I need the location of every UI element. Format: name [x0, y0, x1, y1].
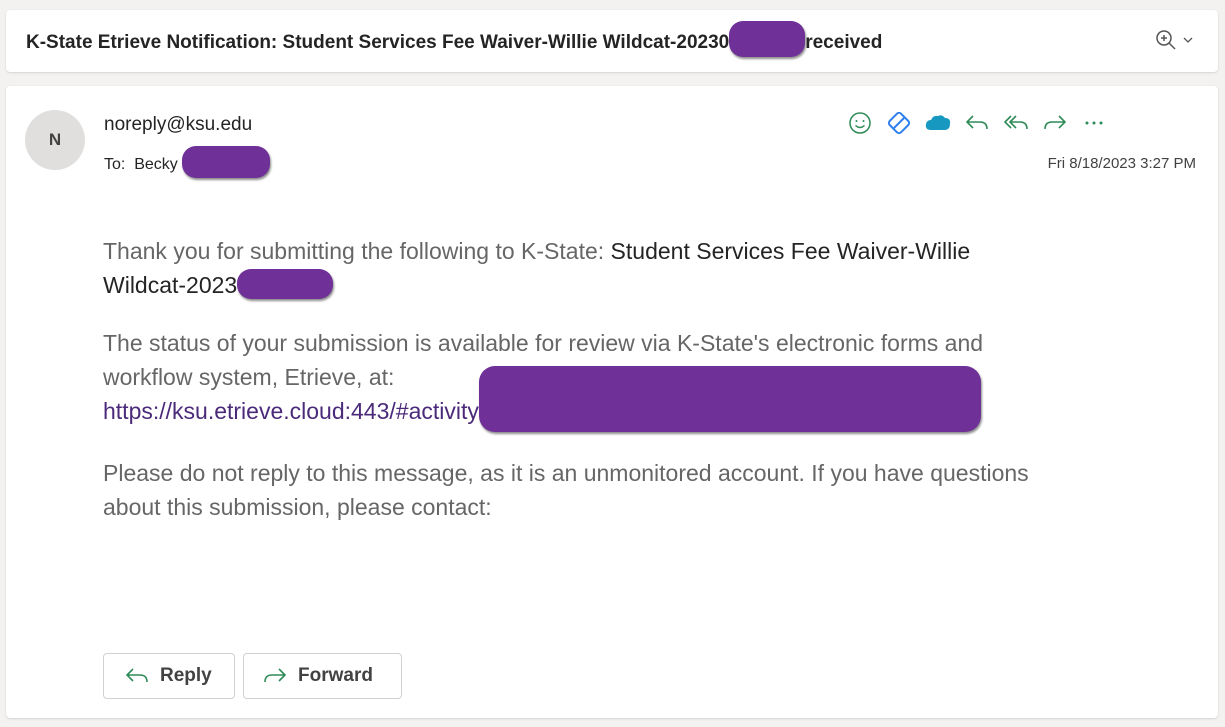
recipient-line: To: Becky — [104, 146, 270, 178]
body-paragraph-1: Thank you for submitting the following t… — [103, 234, 1183, 302]
recipient-name[interactable]: Becky — [134, 156, 178, 174]
avatar-initial: N — [48, 130, 62, 149]
zoom-button[interactable] — [1154, 28, 1194, 52]
reply-icon — [965, 115, 988, 130]
salesforce-button[interactable] — [922, 108, 954, 138]
body-text: about this submission, please contact: — [103, 494, 492, 520]
message-card: N noreply@ksu.edu To: Becky Fri 8/18/202… — [6, 86, 1218, 718]
forward-icon — [1044, 115, 1067, 130]
more-icon — [1085, 121, 1103, 125]
etrieve-link[interactable]: https://ksu.etrieve.cloud:443/#activity — [103, 398, 479, 424]
redaction-block — [478, 366, 981, 432]
forward-button-label: Forward — [298, 665, 373, 686]
forward-button[interactable]: Forward — [243, 653, 402, 699]
loop-icon — [887, 111, 911, 135]
loop-button[interactable] — [883, 108, 915, 138]
subject-title: K-State Etrieve Notification: Student Se… — [26, 21, 883, 57]
body-text: The status of your submission is availab… — [103, 330, 984, 356]
sent-date: Fri 8/18/2023 3:27 PM — [1047, 155, 1196, 172]
body-text: Please do not reply to this message, as … — [103, 460, 1029, 486]
zoom-in-icon — [1156, 30, 1176, 50]
reply-button-label: Reply — [160, 665, 212, 686]
redaction-block — [181, 146, 270, 178]
body-text: workflow system, Etrieve, at: — [103, 364, 395, 390]
emoji-button[interactable] — [844, 108, 876, 138]
body-paragraph-3: Please do not reply to this message, as … — [103, 456, 1183, 524]
avatar: N — [25, 110, 85, 170]
emoji-icon — [849, 112, 871, 134]
message-body: Thank you for submitting the following t… — [103, 234, 1183, 548]
forward-action[interactable] — [1039, 108, 1071, 138]
redaction-block — [729, 21, 806, 57]
sender-address[interactable]: noreply@ksu.edu — [104, 114, 252, 136]
body-text: Thank you for submitting the following t… — [103, 238, 611, 264]
more-actions-button[interactable] — [1078, 108, 1110, 138]
reply-button[interactable]: Reply — [103, 653, 235, 699]
reply-all-icon — [1003, 115, 1028, 130]
form-name: Student Services Fee Waiver-Willie — [610, 238, 971, 264]
redaction-block — [237, 268, 334, 299]
to-label: To: — [104, 156, 126, 173]
forward-icon — [264, 668, 287, 683]
salesforce-icon — [925, 115, 951, 130]
reply-all-action[interactable] — [1000, 108, 1032, 138]
form-name-cont: Wildcat-2023 — [103, 272, 238, 298]
subject-prefix: K-State Etrieve Notification: Student Se… — [26, 32, 730, 54]
subject-suffix: received — [805, 32, 883, 54]
reply-icon — [125, 668, 148, 683]
reply-action[interactable] — [961, 108, 993, 138]
message-actions — [844, 108, 1117, 138]
body-paragraph-2: The status of your submission is availab… — [103, 326, 1183, 432]
chevron-down-icon — [1183, 37, 1193, 43]
subject-bar: K-State Etrieve Notification: Student Se… — [6, 10, 1218, 72]
